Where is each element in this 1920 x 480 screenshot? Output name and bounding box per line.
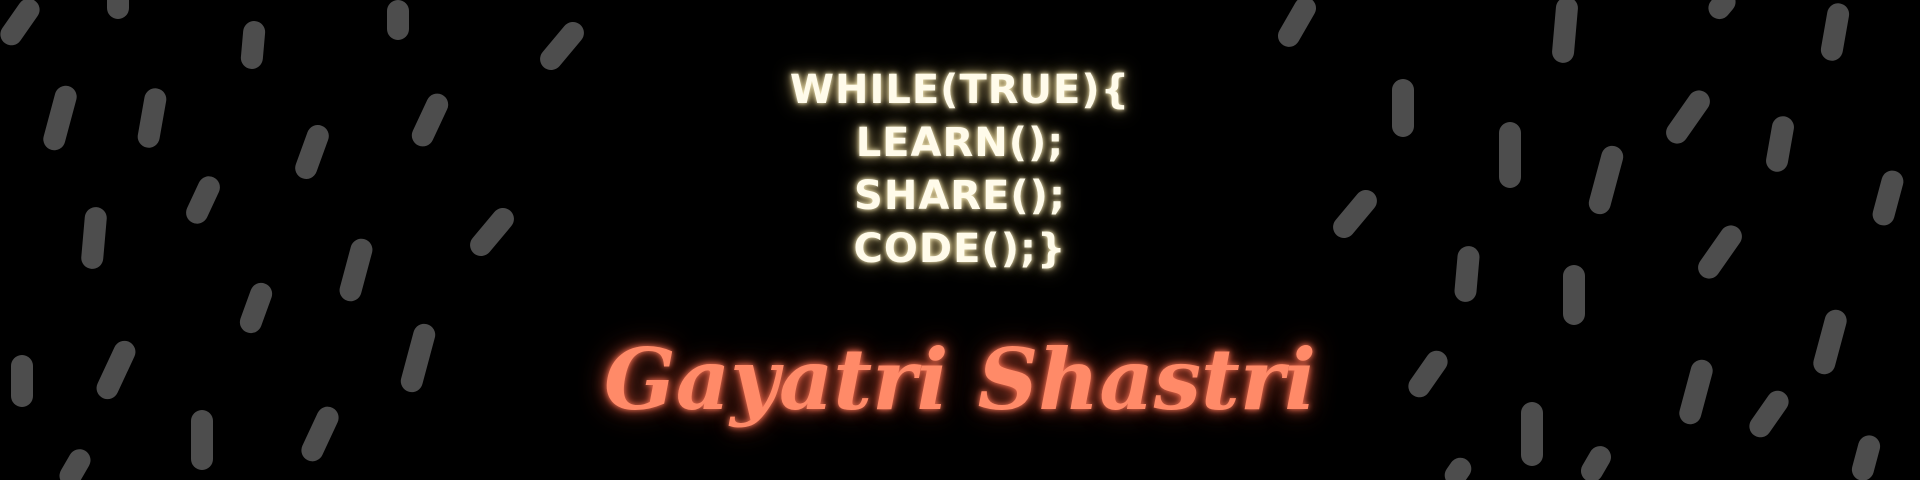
author-name: Gayatri Shastri	[603, 330, 1317, 429]
dash-mark	[1851, 435, 1881, 480]
dash-mark	[107, 0, 129, 19]
code-line: LEARN();	[855, 120, 1065, 166]
code-line: SHARE();	[854, 173, 1066, 219]
dash-mark	[239, 282, 273, 334]
dash-mark	[1820, 3, 1850, 61]
banner: WHILE(TRUE){ LEARN(); SHARE(); CODE();} …	[0, 0, 1920, 480]
dash-mark	[59, 449, 91, 480]
dash-mark	[240, 21, 266, 69]
dash-mark	[1552, 0, 1578, 63]
dash-mark	[1708, 0, 1736, 20]
code-line: WHILE(TRUE){	[789, 67, 1131, 113]
code-line: CODE();}	[853, 226, 1067, 272]
dash-mark	[1581, 446, 1611, 480]
code-snippet: WHILE(TRUE){ LEARN(); SHARE(); CODE();}	[0, 64, 1920, 276]
dash-mark	[0, 0, 40, 46]
dash-mark	[1444, 457, 1472, 480]
dash-mark	[387, 0, 409, 40]
dash-mark	[1278, 0, 1316, 47]
